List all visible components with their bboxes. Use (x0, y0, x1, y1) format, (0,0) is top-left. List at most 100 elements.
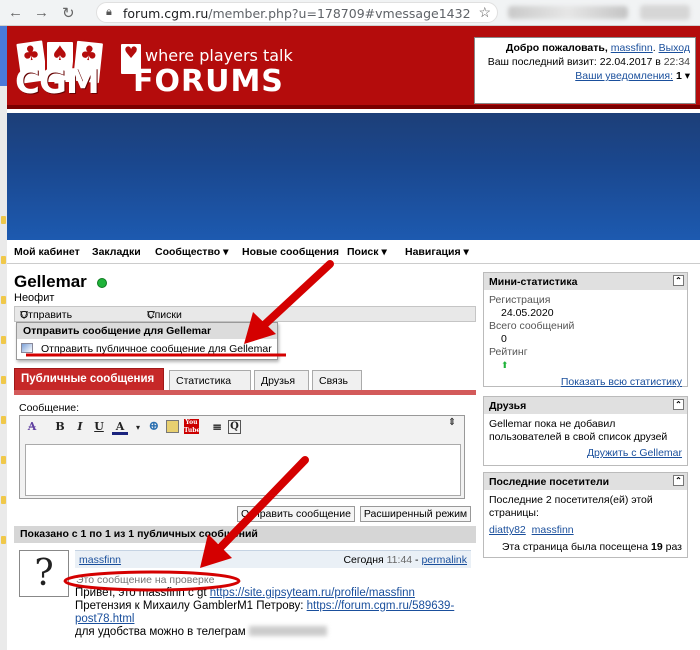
visitors-box: Последние посетители ⌃ Последние 2 посети… (483, 472, 688, 558)
messages-count-bar: Показано с 1 по 1 из 1 публичных сообщен… (14, 526, 476, 543)
font-color-icon[interactable]: A (112, 419, 128, 435)
blurred-extensions (508, 6, 628, 19)
welcome-box: Добро пожаловать, massfinn. Выход Ваш по… (474, 37, 696, 104)
blurred-contact (248, 626, 327, 636)
profile-action-bar: Отправить сообщение ▽ Списки ▽ (14, 306, 476, 333)
send-message-button[interactable]: Отправить сообщение (237, 506, 355, 522)
tab-friends[interactable]: Друзья (254, 370, 309, 390)
posts-label: Всего сообщений (489, 320, 575, 332)
tab-contact[interactable]: Связь (312, 370, 362, 390)
tab-statistics[interactable]: Статистика (169, 370, 251, 390)
visitor-link[interactable]: diatty82 (489, 524, 526, 536)
post-body: Это сообщение на проверке Привет, это ma… (75, 574, 475, 639)
underline-icon[interactable]: U (91, 419, 107, 435)
chevron-down-icon[interactable]: ▾ (685, 70, 690, 82)
chevron-down-icon: ▾ (381, 246, 387, 258)
resize-arrows-icon[interactable]: ⇕ (444, 418, 460, 435)
ad-banner-area (7, 113, 700, 240)
forums-word: FORUMS (133, 64, 284, 99)
profile-rank: Неофит (14, 292, 55, 304)
welcome-prefix: Добро пожаловать, (505, 42, 608, 54)
rating-label: Рейтинг (489, 346, 528, 358)
friends-box: Друзья ⌃ Gellemar пока не добавил пользов… (483, 396, 688, 466)
remove-format-icon[interactable]: A̶ (24, 419, 40, 435)
post-date: Сегодня 11:44 - permalink (343, 554, 467, 566)
collapse-icon[interactable]: ⌃ (673, 399, 684, 410)
nav-new-posts[interactable]: Новые сообщения (242, 246, 339, 258)
mini-stats-box: Мини-статистика ⌃ Регистрация 24.05.2020 … (483, 272, 688, 388)
avatar[interactable]: ? (19, 550, 69, 597)
logout-link[interactable]: Выход (659, 42, 690, 54)
chevron-down-icon: ▽ (147, 309, 156, 321)
nav-navigation[interactable]: Навигация ▾ (405, 246, 469, 258)
username-link[interactable]: massfinn (611, 42, 653, 54)
url-path: /member.php?u=178709#vmessage1432 (208, 6, 471, 21)
forward-icon[interactable]: → (34, 4, 49, 21)
visitors-title: Последние посетители (489, 476, 610, 488)
nav-bookmarks[interactable]: Закладки (92, 246, 141, 258)
post-link-profile[interactable]: https://site.gipsyteam.ru/profile/massfi… (210, 587, 415, 599)
address-bar[interactable]: 🔒︎ forum.cgm.ru/member.php?u=178709#vmes… (96, 2, 498, 23)
back-icon[interactable]: ← (8, 4, 23, 21)
rating-arrow-icon: ⬆ (501, 360, 509, 370)
message-label: Сообщение: (19, 402, 80, 414)
visits-count: 19 (651, 541, 663, 553)
nav-community[interactable]: Сообщество ▾ (155, 246, 228, 258)
bold-icon[interactable]: B (52, 419, 68, 435)
nav-search[interactable]: Поиск ▾ (347, 246, 387, 258)
permalink[interactable]: permalink (421, 554, 467, 566)
dropdown-title[interactable]: Отправить сообщение для Gellemar (17, 323, 277, 339)
notifications-count: 1 (675, 70, 682, 82)
post-author-link[interactable]: massfinn (79, 554, 121, 566)
image-icon[interactable] (166, 420, 179, 433)
friends-text: Gellemar пока не добавил пользователей в… (489, 418, 668, 443)
italic-icon[interactable]: I (72, 419, 88, 435)
visitors-text: Последние 2 посетителя(ей) этой страницы… (489, 494, 653, 519)
last-visit-time: 22:34 (663, 56, 690, 68)
editor-toolbar: A̶ B I U A ▾ ⊕ You Tube ≡ Q ⇕ (20, 416, 464, 440)
mini-stats-title: Мини-статистика (489, 276, 578, 288)
main-nav: Мой кабинет Закладки Сообщество ▾ Новые … (7, 240, 700, 264)
profile-name: Gellemar (14, 272, 87, 291)
reg-label: Регистрация (489, 294, 551, 306)
send-public-message-item[interactable]: Отправить публичное сообщение для Gellem… (21, 343, 272, 355)
visits-text: Эта страница была посещена (501, 541, 649, 553)
lock-icon: 🔒︎ (106, 6, 112, 18)
message-icon (21, 343, 33, 353)
link-globe-icon[interactable]: ⊕ (146, 419, 162, 435)
strikethrough-icon[interactable]: ≡ (209, 419, 225, 435)
friends-title: Друзья (489, 400, 527, 412)
quote-icon[interactable]: Q (228, 420, 241, 434)
show-all-stats-link[interactable]: Показать всю статистику (561, 376, 682, 388)
tab-public-messages[interactable]: Публичные сообщения (14, 368, 164, 390)
collapse-icon[interactable]: ⌃ (673, 275, 684, 286)
last-visit-label: Ваш последний визит: 22.04.2017 в (487, 56, 661, 68)
chevron-down-icon[interactable]: ▾ (130, 419, 146, 435)
url-host: forum.cgm.ru (123, 6, 209, 21)
reload-icon[interactable]: ↻ (62, 4, 75, 22)
befriend-link[interactable]: Дружить с Gellemar (587, 447, 682, 459)
online-status-icon (97, 278, 107, 288)
message-textarea[interactable] (25, 444, 461, 496)
logo-text: CGM (15, 62, 100, 102)
cgm-forums-logo[interactable]: ♣ ♠ ♣ CGM ♥ where players talk FORUMS (14, 38, 305, 102)
notifications-link[interactable]: Ваши уведомления: (575, 70, 673, 82)
moderation-notice: Это сообщение на проверке (76, 574, 215, 586)
nav-my-cabinet[interactable]: Мой кабинет (14, 246, 80, 258)
message-editor: A̶ B I U A ▾ ⊕ You Tube ≡ Q ⇕ (19, 415, 465, 499)
advanced-mode-button[interactable]: Расширенный режим (360, 506, 471, 522)
chevron-down-icon: ▾ (463, 246, 469, 258)
send-message-dropdown: Отправить сообщение для Gellemar Отправи… (16, 322, 278, 360)
tagline: where players talk (145, 46, 293, 65)
posts-value: 0 (501, 333, 507, 345)
forum-page: ♣ ♠ ♣ CGM ♥ where players talk FORUMS До… (7, 26, 700, 650)
visitor-link[interactable]: massfinn (532, 524, 574, 536)
youtube-icon[interactable]: You Tube (184, 419, 200, 434)
post-header: massfinn Сегодня 11:44 - permalink (75, 550, 471, 568)
blurred-profile (640, 5, 690, 20)
tab-underline (14, 390, 476, 395)
left-window-strip (0, 26, 7, 650)
star-icon[interactable]: ☆ (478, 4, 491, 21)
collapse-icon[interactable]: ⌃ (673, 475, 684, 486)
reg-value: 24.05.2020 (501, 307, 554, 319)
